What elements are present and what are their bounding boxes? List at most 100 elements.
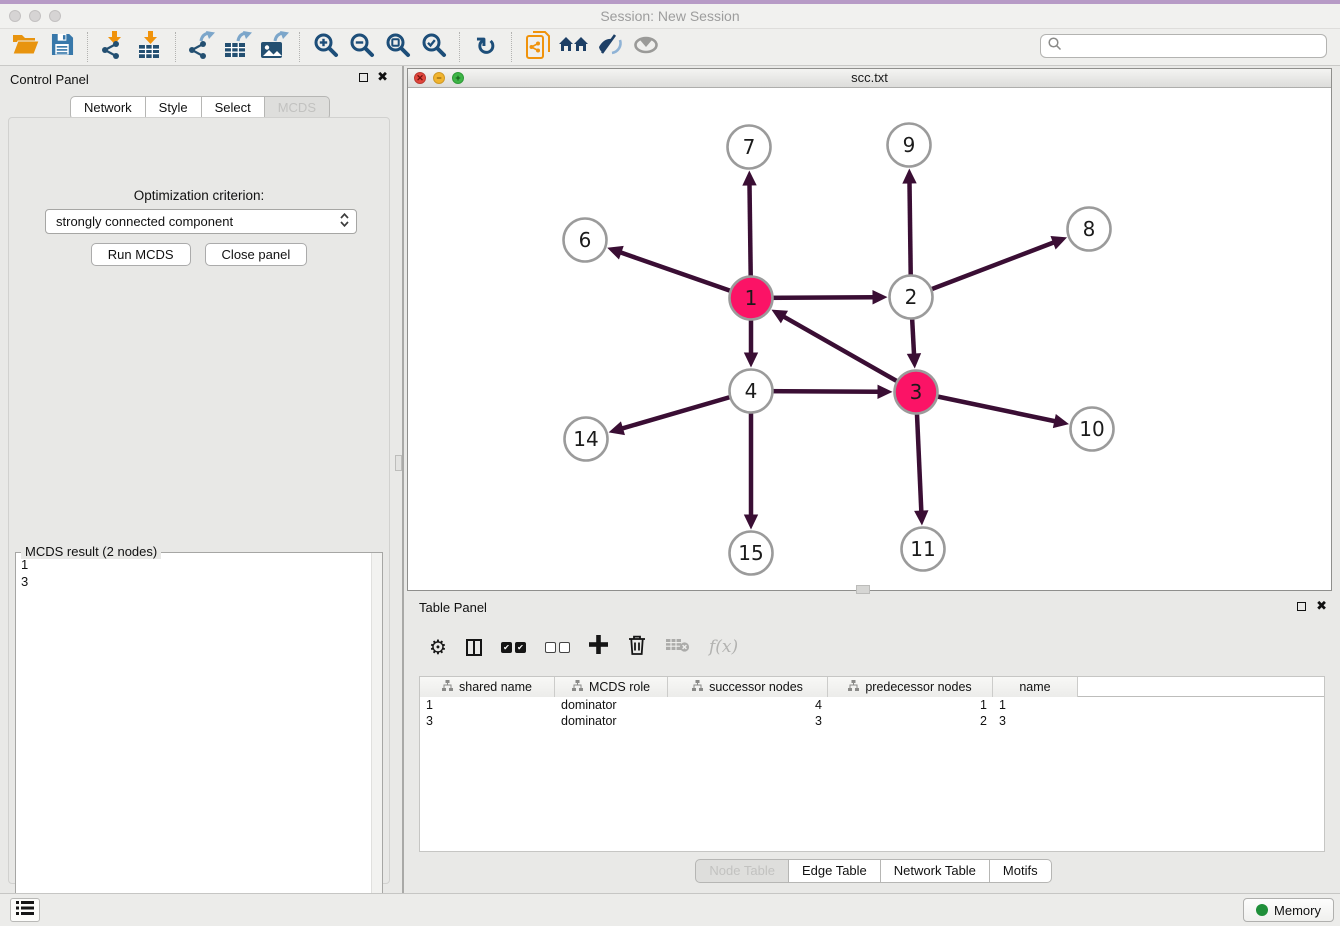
mcds-result-title: MCDS result (2 nodes) bbox=[21, 544, 161, 559]
column-tree-icon bbox=[848, 680, 859, 694]
graph-node-label: 3 bbox=[910, 380, 923, 404]
table-row[interactable]: 3dominator323 bbox=[420, 713, 1324, 729]
table-cell: 1 bbox=[993, 697, 1078, 713]
toolbar-separator bbox=[175, 32, 177, 62]
graph-node-label: 8 bbox=[1083, 217, 1096, 241]
float-table-panel-icon[interactable] bbox=[1297, 602, 1306, 611]
search-box[interactable] bbox=[1040, 34, 1327, 58]
vertical-splitter[interactable] bbox=[402, 66, 404, 893]
table-row[interactable]: 1dominator411 bbox=[420, 697, 1324, 713]
graph-node-label: 11 bbox=[910, 537, 935, 561]
table-cell: 1 bbox=[828, 697, 993, 713]
control-panel: Control Panel ✖ NetworkStyleSelectMCDS O… bbox=[0, 66, 400, 893]
add-column-icon[interactable] bbox=[589, 635, 608, 659]
copy-network-button[interactable] bbox=[520, 31, 556, 63]
memory-button[interactable]: Memory bbox=[1243, 898, 1334, 922]
export-table-button[interactable] bbox=[220, 31, 256, 63]
column-label: MCDS role bbox=[589, 680, 650, 694]
graph-node-label: 15 bbox=[738, 541, 763, 565]
table-cell: 3 bbox=[993, 713, 1078, 729]
export-image-icon bbox=[259, 31, 289, 64]
table-panel-tabs: Node TableEdge TableNetwork TableMotifs bbox=[407, 859, 1340, 883]
close-panel-button[interactable]: Close panel bbox=[205, 243, 308, 266]
home-layout-button[interactable] bbox=[556, 31, 592, 63]
result-scrollbar[interactable] bbox=[371, 553, 382, 921]
show-columns-icon[interactable] bbox=[466, 639, 482, 656]
tab-edge-table[interactable]: Edge Table bbox=[789, 859, 881, 883]
function-builder-icon[interactable]: f(x) bbox=[709, 637, 738, 657]
close-table-panel-icon[interactable]: ✖ bbox=[1316, 600, 1327, 612]
table-cell: 2 bbox=[828, 713, 993, 729]
network-view-window: scc.txt ✕ − + 7968124314101511 bbox=[407, 68, 1332, 591]
run-mcds-button[interactable]: Run MCDS bbox=[91, 243, 191, 266]
graph-svg: 7968124314101511 bbox=[408, 88, 1331, 590]
tab-node-table[interactable]: Node Table bbox=[695, 859, 789, 883]
export-network-button[interactable] bbox=[184, 31, 220, 63]
table-panel: Table Panel ✖ ⚙ ✔✔ f(x) shared nameMCDS … bbox=[407, 595, 1340, 893]
memory-label: Memory bbox=[1274, 903, 1321, 918]
column-label: name bbox=[1019, 680, 1050, 694]
delete-table-icon[interactable] bbox=[666, 637, 690, 658]
import-network-button[interactable] bbox=[96, 31, 132, 63]
column-tree-icon bbox=[692, 680, 703, 694]
show-all-button[interactable] bbox=[628, 31, 664, 63]
zoom-in-button[interactable] bbox=[308, 31, 344, 63]
splitter-handle[interactable] bbox=[395, 455, 402, 471]
table-settings-gear-icon[interactable]: ⚙ bbox=[429, 635, 447, 660]
graph-node-label: 14 bbox=[573, 427, 598, 451]
search-input[interactable] bbox=[1063, 38, 1326, 55]
graph-node-label: 1 bbox=[745, 286, 758, 310]
column-label: shared name bbox=[459, 680, 532, 694]
column-header-mcds-role[interactable]: MCDS role bbox=[555, 677, 668, 697]
toolbar-separator bbox=[459, 32, 461, 62]
main-toolbar: ↻ bbox=[0, 28, 1340, 66]
canvas-resize-handle[interactable] bbox=[856, 585, 870, 594]
column-header-name[interactable]: name bbox=[993, 677, 1078, 697]
mcds-result-text[interactable]: 1 3 bbox=[21, 556, 28, 590]
close-panel-icon[interactable]: ✖ bbox=[377, 71, 388, 83]
delete-column-trash-icon[interactable] bbox=[627, 634, 647, 660]
toolbar-separator bbox=[511, 32, 513, 62]
column-header-successor-nodes[interactable]: successor nodes bbox=[668, 677, 828, 697]
graph-edge-arrowhead bbox=[744, 353, 758, 368]
network-canvas[interactable]: 7968124314101511 bbox=[408, 88, 1331, 590]
network-minimize-button[interactable]: − bbox=[433, 72, 445, 84]
graph-edge-3-1[interactable] bbox=[783, 316, 916, 392]
column-header-shared-name[interactable]: shared name bbox=[420, 677, 555, 697]
column-label: successor nodes bbox=[709, 680, 803, 694]
export-image-button[interactable] bbox=[256, 31, 292, 63]
graph-edge-arrowhead bbox=[1053, 414, 1069, 428]
float-panel-icon[interactable] bbox=[359, 73, 368, 82]
hide-selected-button[interactable] bbox=[592, 31, 628, 63]
table-toolbar: ⚙ ✔✔ f(x) bbox=[429, 627, 738, 667]
hide-eye-icon bbox=[596, 33, 624, 62]
network-maximize-button[interactable]: + bbox=[452, 72, 464, 84]
graph-node-label: 7 bbox=[743, 135, 756, 159]
select-all-columns-icon[interactable]: ✔✔ bbox=[501, 642, 526, 653]
graph-edge-arrowhead bbox=[914, 510, 928, 525]
graph-edge-2-8[interactable] bbox=[911, 242, 1055, 297]
application-window: Session: New Session bbox=[0, 0, 1340, 926]
zoom-fit-button[interactable] bbox=[380, 31, 416, 63]
import-table-icon bbox=[136, 31, 164, 64]
column-header-predecessor-nodes[interactable]: predecessor nodes bbox=[828, 677, 993, 697]
task-history-button[interactable] bbox=[10, 898, 40, 922]
zoom-selected-button[interactable] bbox=[416, 31, 452, 63]
open-file-button[interactable] bbox=[8, 31, 44, 63]
network-close-button[interactable]: ✕ bbox=[414, 72, 426, 84]
tab-motifs[interactable]: Motifs bbox=[990, 859, 1052, 883]
refresh-view-button[interactable]: ↻ bbox=[468, 31, 504, 63]
criterion-select[interactable]: strongly connected component bbox=[45, 209, 357, 234]
export-table-icon bbox=[223, 31, 253, 64]
deselect-all-columns-icon[interactable] bbox=[545, 642, 570, 653]
table-cell: 3 bbox=[668, 713, 828, 729]
graph-node-label: 10 bbox=[1079, 417, 1104, 441]
save-session-button[interactable] bbox=[44, 31, 80, 63]
import-table-button[interactable] bbox=[132, 31, 168, 63]
tab-network-table[interactable]: Network Table bbox=[881, 859, 990, 883]
zoom-out-button[interactable] bbox=[344, 31, 380, 63]
graph-edge-arrowhead bbox=[872, 290, 887, 304]
node-table: shared name MCDS role successor nodes prede… bbox=[419, 676, 1325, 852]
column-tree-icon bbox=[442, 680, 453, 694]
search-icon bbox=[1047, 36, 1063, 57]
